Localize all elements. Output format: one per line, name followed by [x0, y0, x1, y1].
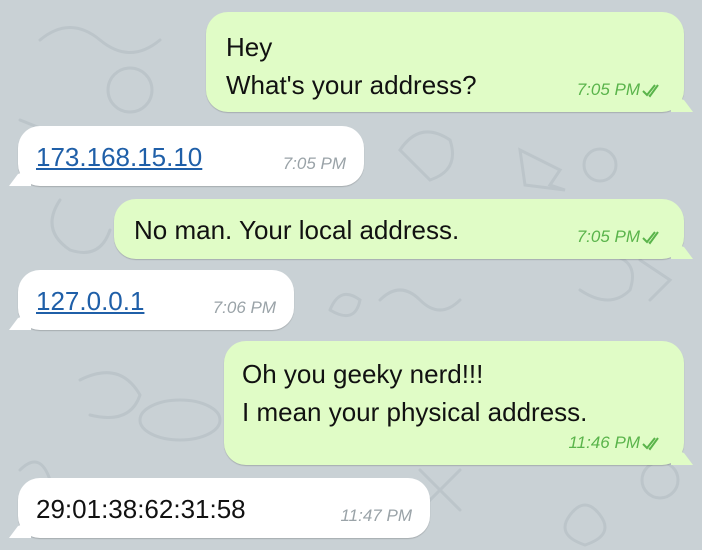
message-timestamp: 7:06 PM — [212, 298, 276, 317]
message-timestamp: 11:46 PM — [568, 433, 662, 453]
double-check-icon — [642, 84, 659, 98]
message-bubble-incoming[interactable]: 173.168.15.10 7:05 PM — [18, 126, 364, 186]
message-timestamp: 11:47 PM — [340, 506, 412, 525]
message-timestamp: 7:05 PM — [577, 227, 662, 247]
double-check-icon — [642, 231, 659, 245]
message-bubble-incoming[interactable]: 29:01:38:62:31:58 11:47 PM — [18, 478, 430, 538]
message-bubble-outgoing[interactable]: Oh you geeky nerd!!! I mean your physica… — [224, 341, 684, 465]
message-text: I mean your physical address. — [242, 397, 588, 427]
message-bubble-outgoing[interactable]: Hey What's your address? 7:05 PM — [206, 12, 684, 112]
double-check-icon — [642, 437, 659, 451]
ip-address-link[interactable]: 173.168.15.10 — [36, 142, 202, 172]
message-timestamp: 7:05 PM — [577, 80, 662, 100]
message-text: Oh you geeky nerd!!! — [242, 359, 484, 389]
message-timestamp: 7:05 PM — [282, 154, 346, 173]
message-bubble-outgoing[interactable]: No man. Your local address. 7:05 PM — [114, 199, 684, 259]
chat-window: Hey What's your address? 7:05 PM 173.168… — [0, 0, 702, 550]
message-text: Hey — [226, 32, 273, 62]
ip-address-link[interactable]: 127.0.0.1 — [36, 286, 144, 316]
message-bubble-incoming[interactable]: 127.0.0.1 7:06 PM — [18, 270, 294, 330]
